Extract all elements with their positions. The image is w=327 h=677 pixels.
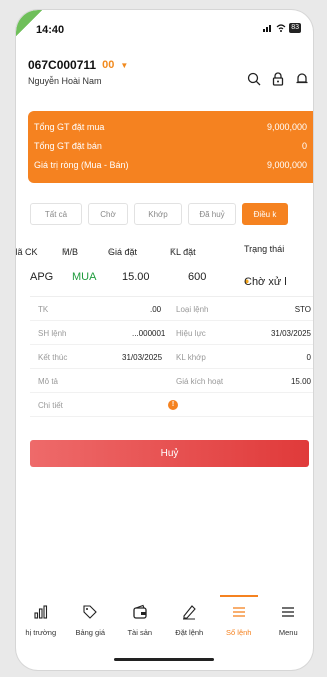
sort-icon: ⇕ xyxy=(108,248,114,255)
detail-row: TK .00 Loại lệnh STO xyxy=(30,297,313,321)
chevron-down-icon: ▼ xyxy=(120,60,129,70)
detail-label: Giá kích hoạt xyxy=(176,377,224,386)
summary-value: 0 xyxy=(301,140,307,151)
search-icon[interactable] xyxy=(247,72,261,86)
sub-account: 00 xyxy=(102,59,115,71)
order-book-icon xyxy=(232,607,245,617)
nav-item-assets[interactable]: Tài sản xyxy=(115,595,165,645)
price-tag-icon xyxy=(83,605,98,619)
order-price: 15.00 xyxy=(122,271,150,283)
detail-label: KL khớp xyxy=(176,353,206,362)
detail-value: 0 xyxy=(306,353,311,362)
nav-label: Bảng giá xyxy=(75,628,106,637)
detail-row: SH lệnh ...000001 Hiệu lực 31/03/2025 xyxy=(30,321,313,345)
bell-icon[interactable] xyxy=(295,72,309,86)
orders-table-header: Mã CK ⇕ M/B ⇕ Giá đặt ⇕ KL đặt ⇕ Trạng t… xyxy=(16,244,285,257)
nav-label: Menu xyxy=(278,628,298,637)
nav-item-menu[interactable]: Menu xyxy=(264,595,314,645)
nav-label: Sổ lệnh xyxy=(226,628,252,637)
detail-value: 15.00 xyxy=(290,377,311,386)
battery-icon: 83 xyxy=(289,23,301,33)
summary-label: Tổng GT đặt bán xyxy=(34,140,102,151)
home-indicator xyxy=(114,658,214,661)
phone-screen: 14:40 83 067C000711 00 ▼ Nguyễn Hoài Nam… xyxy=(16,10,313,670)
order-pen-icon xyxy=(183,605,197,620)
info-icon[interactable]: ! xyxy=(168,400,178,410)
detail-row: Mô tả Giá kích hoạt 15.00 xyxy=(30,369,313,393)
summary-value: 9,000,000 xyxy=(266,121,307,132)
nav-label: hị trường xyxy=(25,628,57,637)
table-row[interactable]: APG MUA 15.00 600 ● Chờ xử l xyxy=(16,266,313,288)
signal-icon xyxy=(263,25,272,32)
detail-value: 31/03/2025 xyxy=(270,329,311,338)
detail-label: SH lệnh xyxy=(38,329,67,338)
tab-cancelled[interactable]: Đã huỷ xyxy=(188,203,236,225)
summary-row: Tổng GT đặt bán 0 xyxy=(34,136,307,155)
order-quantity: 600 xyxy=(188,271,207,283)
nav-item-place-order[interactable]: Đặt lệnh xyxy=(165,595,215,645)
order-summary-panel: Tổng GT đặt mua 9,000,000 Tổng GT đặt bá… xyxy=(28,111,313,183)
order-symbol: APG xyxy=(30,271,54,283)
detail-label: Kết thúc xyxy=(38,353,68,362)
summary-label: Tổng GT đặt mua xyxy=(34,121,105,132)
summary-row: Tổng GT đặt mua 9,000,000 xyxy=(34,117,307,136)
nav-item-order-book[interactable]: Sổ lệnh xyxy=(214,595,264,645)
status-icons: 83 xyxy=(263,23,301,33)
cancel-order-button[interactable]: Huỷ xyxy=(30,440,309,467)
wallet-icon xyxy=(133,604,147,619)
detail-value: 31/03/2025 xyxy=(122,353,163,362)
menu-icon xyxy=(282,607,295,617)
nav-label: Tài sản xyxy=(127,628,153,637)
account-selector[interactable]: 067C000711 00 ▼ Nguyễn Hoài Nam xyxy=(28,58,128,86)
market-chart-icon xyxy=(34,605,47,619)
wifi-icon xyxy=(276,24,286,32)
detail-row[interactable]: Chi tiết ! xyxy=(30,393,313,417)
detail-value: ...000001 xyxy=(132,329,166,338)
detail-label: Mô tả xyxy=(38,377,59,386)
bottom-nav: hị trường Bảng giá Tài sản Đặt lệnh Sổ l… xyxy=(16,595,313,645)
summary-row: Giá trị ròng (Mua - Bán) 9,000,000 xyxy=(34,155,307,174)
tab-conditional[interactable]: Điều k xyxy=(242,203,288,225)
nav-label: Đặt lệnh xyxy=(175,628,204,637)
tab-matched[interactable]: Khớp xyxy=(134,203,182,225)
detail-row: Kết thúc 31/03/2025 KL khớp 0 xyxy=(30,345,313,369)
sort-icon: ⇕ xyxy=(170,248,176,255)
detail-more-label: Chi tiết xyxy=(38,401,63,410)
detail-label: TK xyxy=(38,305,49,314)
detail-value: STO xyxy=(294,305,311,314)
header-actions xyxy=(247,72,309,86)
nav-item-price-board[interactable]: Bảng giá xyxy=(66,595,116,645)
tab-pending[interactable]: Chờ xyxy=(88,203,128,225)
detail-label: Loại lệnh xyxy=(176,305,209,314)
detail-value: .00 xyxy=(150,305,162,314)
account-number: 067C000711 xyxy=(28,58,97,72)
summary-label: Giá trị ròng (Mua - Bán) xyxy=(34,159,129,170)
summary-value: 9,000,000 xyxy=(266,159,307,170)
lock-icon[interactable] xyxy=(271,72,285,86)
order-detail: TK .00 Loại lệnh STO SH lệnh ...000001 H… xyxy=(30,296,313,417)
col-status[interactable]: Trạng thái xyxy=(244,244,284,254)
sort-icon: ⇕ xyxy=(62,248,68,255)
detail-label: Hiệu lực xyxy=(176,329,206,338)
status-filter-tabs: Tất cả Chờ Khớp Đã huỷ Điều k xyxy=(30,203,313,225)
tab-all[interactable]: Tất cả xyxy=(30,203,82,225)
order-side: MUA xyxy=(72,271,97,283)
account-name: Nguyễn Hoài Nam xyxy=(28,76,102,86)
status-bar: 14:40 83 xyxy=(16,10,313,50)
status-time: 14:40 xyxy=(36,24,65,36)
nav-item-market[interactable]: hị trường xyxy=(16,595,66,645)
